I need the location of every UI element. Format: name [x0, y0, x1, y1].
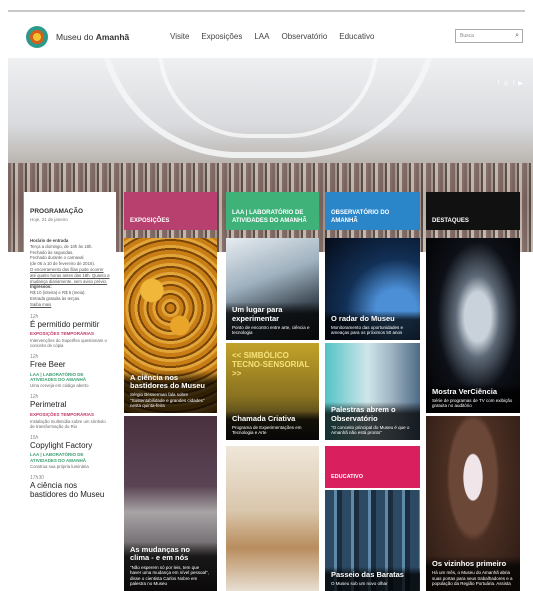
card-palestras-observatorio[interactable]: Palestras abrem o Observatório "O concei… [325, 343, 420, 440]
programacao-panel: PROGRAMAÇÃO Hoje, 21 de janeiro Horário … [24, 192, 116, 591]
column-header-observatorio[interactable]: OBSERVATÓRIO DO AMANHÃ [325, 192, 420, 230]
card-passeio-baratas[interactable]: Passeio das Baratas O Museu sob um novo … [325, 490, 420, 591]
chamada-banner: << SIMBÓLICO TECNO-SENSORIAL >> [232, 351, 310, 379]
info-title: Horário de entrada [30, 238, 69, 243]
search-icon[interactable]: ⌕ [515, 32, 519, 40]
search-input[interactable]: Busca ⌕ [455, 29, 523, 43]
social-links: f ◎ t ▶ [498, 80, 523, 87]
nav-visite[interactable]: Visite [170, 32, 189, 41]
card-chamada-criativa[interactable]: << SIMBÓLICO TECNO-SENSORIAL >> Chamada … [226, 343, 319, 440]
main-nav: Visite Exposições LAA Observatório Educa… [170, 32, 374, 41]
ingressos-title: Ingressos: [30, 284, 52, 290]
info-link[interactable]: O encerramento das filas pode ocorrer at… [30, 267, 110, 284]
nav-exposicoes[interactable]: Exposições [201, 32, 242, 41]
card-vizinhos-primeiro[interactable]: Os vizinhos primeiro Há um mês, o Museu … [426, 416, 520, 591]
column-laa: LAA | LABORATÓRIO DE ATIVIDADES DO AMANH… [226, 192, 319, 230]
programacao-date: Hoje, 21 de janeiro [30, 217, 68, 222]
instagram-icon[interactable]: ◎ [503, 80, 508, 87]
event-item[interactable]: 12h É permitido permitir EXPOSIÇÕES TEMP… [24, 308, 116, 348]
site-header: Museu do Amanhã Visite Exposições LAA Ob… [8, 12, 525, 58]
event-item[interactable]: 12h Perimetral EXPOSIÇÕES TEMPORÁRIAS In… [24, 388, 116, 428]
column-header-destaques[interactable]: DESTAQUES [426, 192, 520, 230]
nav-observatorio[interactable]: Observatório [281, 32, 327, 41]
column-exposicoes: EXPOSIÇÕES [124, 192, 217, 230]
event-list: 12h É permitido permitir EXPOSIÇÕES TEMP… [24, 308, 116, 500]
event-item[interactable]: 15h Copylight Factory LAA | LABORATÓRIO … [24, 429, 116, 470]
event-item[interactable]: 12h Free Beer LAA | LABORATÓRIO DE ATIVI… [24, 348, 116, 389]
programacao-title: PROGRAMAÇÃO [30, 208, 84, 215]
saiba-mais-link[interactable]: Saiba mais [30, 302, 51, 307]
twitter-icon[interactable]: t [513, 80, 515, 87]
educativo-label[interactable]: EDUCATIVO [325, 446, 420, 488]
column-header-exposicoes[interactable]: EXPOSIÇÕES [124, 192, 217, 230]
card-radar-museu[interactable]: O radar do Museu Monitoramento das oport… [325, 238, 420, 340]
card-lugar-experimentar[interactable]: Um lugar para experimentar Ponto de enco… [226, 238, 319, 340]
nav-educativo[interactable]: Educativo [339, 32, 374, 41]
card-mudancas-clima[interactable]: As mudanças no clima - e em nós "Não esp… [124, 416, 217, 591]
column-observatorio: OBSERVATÓRIO DO AMANHÃ [325, 192, 420, 230]
card-ambiente-laa[interactable] [226, 446, 319, 591]
card-mostra-verciencia[interactable]: Mostra VerCiência Série de programas de … [426, 238, 520, 413]
nav-laa[interactable]: LAA [254, 32, 269, 41]
brand-name[interactable]: Museu do Amanhã [56, 32, 129, 42]
youtube-icon[interactable]: ▶ [518, 80, 523, 87]
column-destaques: DESTAQUES [426, 192, 520, 230]
column-header-laa[interactable]: LAA | LABORATÓRIO DE ATIVIDADES DO AMANH… [226, 192, 319, 230]
visit-info: Horário de entrada Terça a domingo, de 1… [30, 238, 110, 307]
card-ciencia-bastidores[interactable]: A ciência nos bastidores do Museu Sérgio… [124, 238, 217, 413]
facebook-icon[interactable]: f [498, 80, 500, 87]
museum-logo-icon[interactable] [26, 26, 48, 48]
event-item[interactable]: 17h30 A ciência nos bastidores do Museu [24, 469, 116, 500]
search-placeholder: Busca [460, 33, 474, 39]
